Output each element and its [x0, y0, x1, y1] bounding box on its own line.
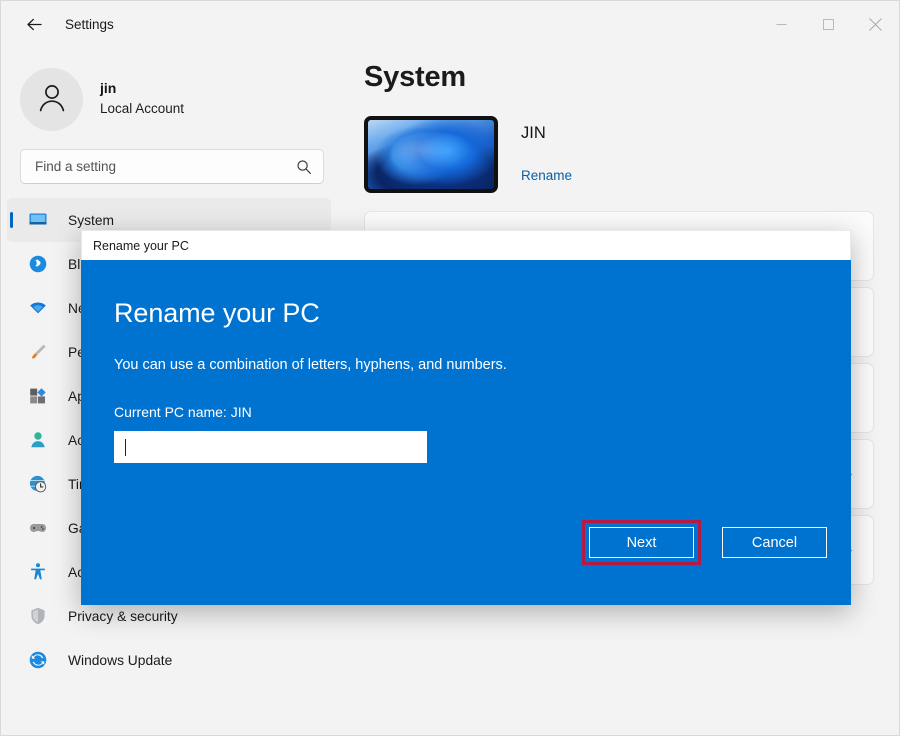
sidebar-item-label: System — [68, 213, 114, 228]
account-summary[interactable]: jin Local Account — [1, 51, 343, 137]
monitor-icon — [26, 208, 50, 232]
paintbrush-icon — [26, 340, 50, 364]
maximize-button[interactable] — [805, 1, 852, 47]
search-box[interactable] — [20, 149, 324, 184]
search-input[interactable] — [35, 159, 296, 174]
device-meta: JIN Rename — [521, 124, 572, 185]
dialog-description: You can use a combination of letters, hy… — [114, 357, 806, 373]
accessibility-icon — [26, 560, 50, 584]
clock-globe-icon — [26, 472, 50, 496]
account-person-icon — [26, 428, 50, 452]
dialog-titlebar-title: Rename your PC — [93, 239, 189, 253]
apps-grid-icon — [26, 384, 50, 408]
windows-bloom-wallpaper — [364, 116, 498, 193]
account-text: jin Local Account — [100, 79, 184, 118]
cancel-button[interactable]: Cancel — [722, 527, 827, 558]
minimize-button[interactable] — [758, 1, 805, 47]
avatar — [20, 68, 83, 131]
sidebar-item-windows-update[interactable]: Windows Update — [7, 638, 331, 682]
game-controller-icon — [26, 516, 50, 540]
dialog-actions: Next Cancel — [582, 520, 827, 565]
pc-name-input-wrapper[interactable] — [114, 431, 427, 463]
dialog-heading: Rename your PC — [114, 298, 806, 329]
window-controls — [758, 1, 899, 47]
account-type: Local Account — [100, 100, 184, 118]
device-name: JIN — [521, 124, 572, 143]
window-titlebar: Settings — [1, 1, 899, 47]
bluetooth-icon — [26, 252, 50, 276]
wifi-icon — [26, 296, 50, 320]
device-summary: JIN Rename — [364, 116, 874, 193]
page-title: System — [364, 61, 874, 94]
text-caret — [125, 439, 126, 456]
pc-name-input[interactable] — [128, 440, 408, 455]
dialog-titlebar: Rename your PC — [81, 230, 851, 260]
search-icon[interactable] — [296, 159, 312, 175]
dialog-body: Rename your PC You can use a combination… — [81, 260, 851, 605]
back-button[interactable] — [17, 7, 51, 41]
back-arrow-icon — [26, 16, 43, 33]
windows-update-icon — [26, 648, 50, 672]
next-button-highlight: Next — [582, 520, 701, 565]
window-title: Settings — [65, 17, 114, 32]
close-button[interactable] — [852, 1, 899, 47]
rename-link[interactable]: Rename — [521, 168, 572, 183]
rename-pc-dialog: Rename your PC Rename your PC You can us… — [81, 230, 851, 605]
account-name: jin — [100, 79, 184, 98]
settings-window: Settings — [0, 0, 900, 736]
shield-icon — [26, 604, 50, 628]
bloom-art — [368, 120, 494, 189]
current-pc-name-label: Current PC name: JIN — [114, 404, 806, 420]
person-avatar-icon — [34, 79, 70, 120]
sidebar-item-label: Windows Update — [68, 653, 172, 668]
next-button[interactable]: Next — [589, 527, 694, 558]
sidebar-item-label: Privacy & security — [68, 609, 178, 624]
